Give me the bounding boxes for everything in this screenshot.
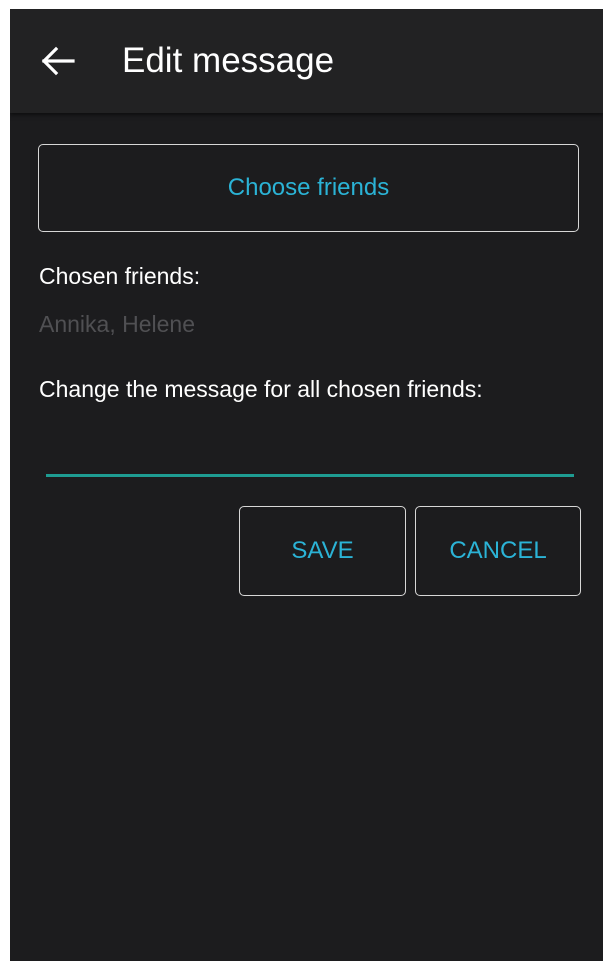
cancel-button[interactable]: CANCEL [415,506,581,596]
edit-message-screen: Edit message Choose friends Chosen frien… [10,9,603,961]
app-bar: Edit message [10,9,603,113]
chosen-friends-value: Annika, Helene [39,311,195,337]
back-button[interactable] [38,41,78,81]
save-button[interactable]: SAVE [239,506,406,596]
message-input[interactable] [46,429,574,477]
choose-friends-button[interactable]: Choose friends [38,144,579,232]
arrow-left-icon [41,46,75,76]
change-message-label: Change the message for all chosen friend… [39,376,483,402]
page-title: Edit message [122,41,335,80]
chosen-friends-label: Chosen friends: [39,263,201,289]
